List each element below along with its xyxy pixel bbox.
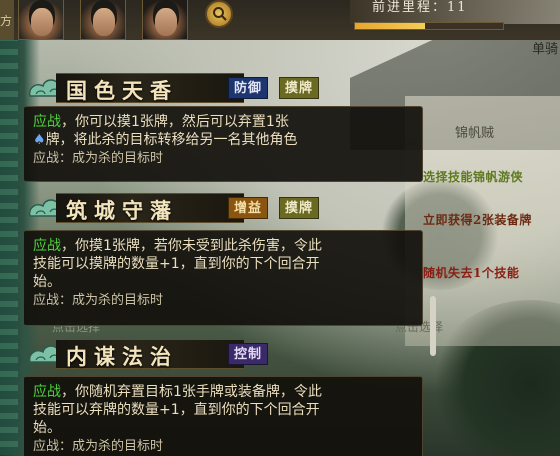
skill-description: 应战，你摸1张牌，若你未受到此杀伤害，令此 技能可以摸牌的数量+1，直到你的下个… bbox=[23, 230, 423, 326]
avatar-face bbox=[155, 8, 177, 36]
progress-bar bbox=[354, 22, 504, 30]
skill-timing: 应战：成为杀的目标时 bbox=[33, 439, 164, 454]
search-icon bbox=[213, 7, 227, 21]
hero-avatar-1[interactable] bbox=[18, 0, 64, 40]
hero-avatar-3[interactable] bbox=[142, 0, 188, 40]
search-button[interactable] bbox=[205, 0, 233, 28]
skill-tag: 摸牌 bbox=[279, 77, 320, 99]
skill-text: ，你随机弃置目标1张手牌或装备牌，令此 bbox=[61, 384, 322, 400]
tooltip-scrollbar[interactable] bbox=[430, 296, 436, 356]
skill-text-line: 始。 bbox=[33, 274, 61, 290]
top-bar-edge: 方 bbox=[0, 0, 14, 40]
skill-name: 筑城守藩 bbox=[66, 198, 178, 223]
skill-text-line: 技能可以摸牌的数量+1，直到你的下个回合开 bbox=[33, 256, 320, 272]
skill-text-line: 应战，你摸1张牌，若你未受到此杀伤害，令此 bbox=[33, 237, 413, 255]
skill-text: ，你摸1张牌，若你未受到此杀伤害，令此 bbox=[61, 238, 322, 254]
skill-text-line: 技能可以弃牌的数量+1，直到你的下个回合开 bbox=[33, 402, 320, 418]
skill-tag: 防御 bbox=[228, 77, 269, 99]
left-frame-trim bbox=[0, 35, 18, 455]
skill-tag: 控制 bbox=[228, 343, 269, 365]
skill-text-line: 应战，你可以摸1张牌，然后可以弃置1张 bbox=[33, 113, 413, 131]
progress-fill bbox=[355, 23, 425, 29]
skill-text-line: 始。 bbox=[33, 420, 61, 436]
top-bar: 方 前进里程：11 bbox=[0, 0, 560, 40]
event-option-1[interactable]: 选择技能锦帆游侠 bbox=[423, 168, 523, 185]
edge-label: 方 bbox=[0, 14, 13, 28]
skill-description: 应战，你随机弃置目标1张手牌或装备牌，令此 技能可以弃牌的数量+1，直到你的下个… bbox=[23, 376, 423, 456]
event-option-3[interactable]: 随机失去1个技能 bbox=[423, 264, 519, 281]
skill-text: 牌，将此杀的目标转移给另一名其他角色 bbox=[45, 132, 298, 148]
spade-suit-icon: ♠ bbox=[33, 132, 46, 148]
hero-avatar-2[interactable] bbox=[80, 0, 126, 40]
skill-timing: 应战：成为杀的目标时 bbox=[33, 293, 164, 308]
skill-text-line: 应战，你随机弃置目标1张手牌或装备牌，令此 bbox=[33, 383, 413, 401]
event-option-2[interactable]: 立即获得2张装备牌 bbox=[423, 212, 560, 228]
avatar-face bbox=[93, 8, 115, 36]
skill-timing: 应战：成为杀的目标时 bbox=[33, 151, 164, 166]
skill-text-line: ♠牌，将此杀的目标转移给另一名其他角色 bbox=[33, 131, 413, 149]
avatar-face bbox=[31, 8, 53, 36]
side-label: 单骑 bbox=[532, 42, 559, 57]
skill-tag: 摸牌 bbox=[279, 197, 320, 219]
skill-keyword: 应战 bbox=[33, 238, 61, 254]
skill-name: 内谋法治 bbox=[66, 344, 178, 369]
progress-label: 前进里程：11 bbox=[372, 0, 468, 15]
skill-name: 国色天香 bbox=[66, 78, 178, 103]
skill-keyword: 应战 bbox=[33, 384, 61, 400]
skill-text: ，你可以摸1张牌，然后可以弃置1张 bbox=[61, 114, 289, 130]
skill-tag: 增益 bbox=[228, 197, 269, 219]
skill-keyword: 应战 bbox=[33, 114, 61, 130]
event-panel-title: 锦帆贼 bbox=[455, 126, 495, 141]
skill-description: 应战，你可以摸1张牌，然后可以弃置1张 ♠牌，将此杀的目标转移给另一名其他角色 … bbox=[23, 106, 423, 182]
